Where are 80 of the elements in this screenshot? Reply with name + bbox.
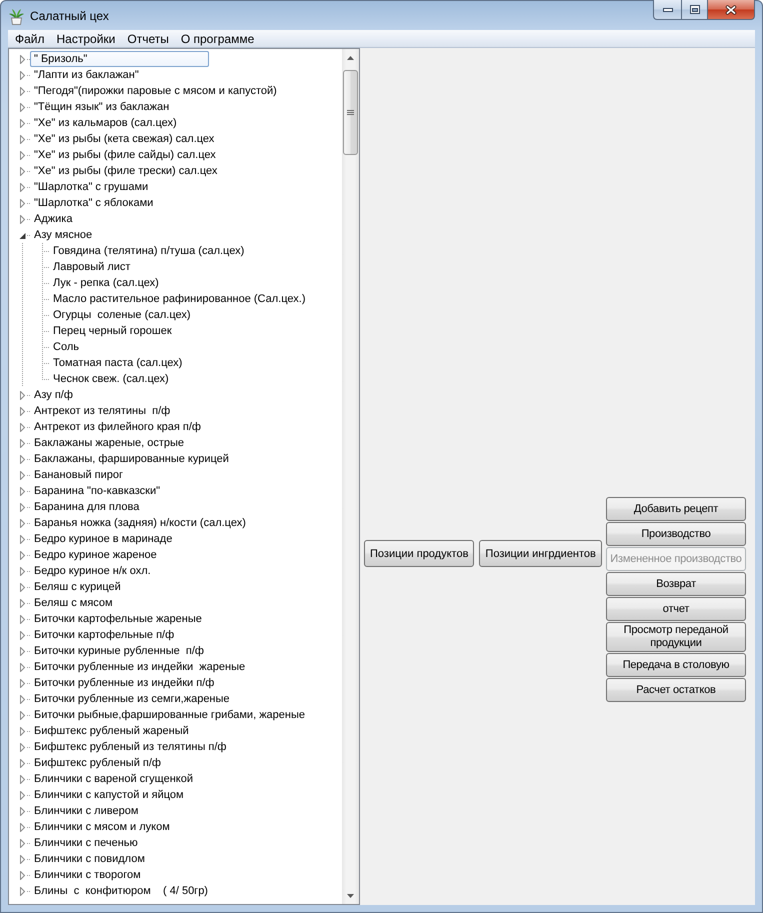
tree-item[interactable]: Бедро куриное в маринаде	[30, 531, 176, 547]
tree-item[interactable]: Азу п/ф	[30, 387, 77, 403]
tree-item[interactable]: Баранина для плова	[30, 499, 144, 515]
tree-item[interactable]: "Хе" из рыбы (филе трески) сал.цех	[30, 163, 222, 179]
tree-item[interactable]: Беляш с мясом	[30, 595, 117, 611]
tree-item[interactable]: Блинчики с ливером	[30, 803, 142, 819]
positions-button[interactable]: Позиции продуктов	[364, 540, 474, 567]
tree-item[interactable]: Аджика	[30, 211, 76, 227]
tree-item[interactable]: Перец черный горошек	[49, 323, 176, 339]
tree-item[interactable]: Биточки куриные рубленные п/ф	[30, 643, 208, 659]
tree-item[interactable]: Биточки рубленные из семги,жареные	[30, 691, 234, 707]
tree-item[interactable]: "Хе" из рыбы (филе сайды) сал.цех	[30, 147, 220, 163]
down-arrow-icon	[347, 894, 354, 898]
menu-item[interactable]: Отчеты	[121, 30, 175, 46]
window-title: Салатный цех	[30, 8, 109, 22]
action-button[interactable]: Производство	[606, 522, 746, 546]
menu-item[interactable]: О программе	[174, 30, 260, 46]
menu-item[interactable]: Настройки	[50, 30, 122, 46]
action-button[interactable]: Добавить рецепт	[606, 497, 746, 521]
tree-item[interactable]: Лавровый лист	[49, 259, 134, 275]
tree-item[interactable]: Блинчики с мясом и луком	[30, 819, 174, 835]
menu-item[interactable]: Файл	[9, 30, 51, 46]
tree-item[interactable]: Баклажаны, фаршированные курицей	[30, 451, 233, 467]
tree-item[interactable]: Биточки рыбные,фаршированные грибами, жареные	[30, 707, 310, 723]
close-icon	[725, 4, 737, 14]
tree-item[interactable]: "Хе" из рыбы (кета свежая) сал.цех	[30, 131, 218, 147]
action-button[interactable]: Передача в столовую	[606, 653, 746, 677]
tree-item[interactable]: Бедро куриное жареное	[30, 547, 161, 563]
scrollbar-thumb[interactable]	[343, 70, 358, 155]
action-button[interactable]: Возврат	[606, 572, 746, 596]
minimize-button[interactable]	[653, 0, 681, 20]
tree-item[interactable]: Баранья ножка (задняя) н/кости (сал.цех)	[30, 515, 250, 531]
tree-item[interactable]: Говядина (телятина) п/туша (сал.цех)	[49, 243, 248, 259]
tree-item[interactable]: Биточки картофельные жареные	[30, 611, 206, 627]
action-button: Измененное производство	[606, 547, 746, 571]
tree-item[interactable]: "Хе" из кальмаров (сал.цех)	[30, 115, 181, 131]
tree-item[interactable]: Беляш с курицей	[30, 579, 125, 595]
action-button[interactable]: Просмотр переданой продукции	[606, 622, 746, 652]
tree-item[interactable]: Блины с конфитюром ( 4/ 50гр)	[30, 883, 212, 899]
grip-icon	[347, 110, 354, 115]
maximize-button[interactable]	[681, 0, 708, 20]
tree-item[interactable]: Бифштекс рубленый п/ф	[30, 755, 165, 771]
tree-item[interactable]: "Лапти из баклажан"	[30, 67, 143, 83]
up-arrow-icon	[347, 56, 354, 60]
tree-item[interactable]: Блинчики с печенью	[30, 835, 142, 851]
tree-item[interactable]: Блинчики с повидлом	[30, 851, 149, 867]
tree-item[interactable]: Лук - репка (сал.цех)	[49, 275, 163, 291]
close-button[interactable]	[708, 0, 755, 20]
tree-item[interactable]: "Шарлотка" с яблоками	[30, 195, 158, 211]
tree-item[interactable]: Блинчики с капустой и яйцом	[30, 787, 188, 803]
tree-item[interactable]: Биточки рубленные из индейки п/ф	[30, 675, 218, 691]
tree-item[interactable]: Масло растительное рафинированное (Сал.цех.)	[49, 291, 310, 307]
tree-item[interactable]: Огурцы соленые (сал.цех)	[49, 307, 195, 323]
plant-pot-icon	[8, 8, 25, 24]
tree-item[interactable]: Блинчики с вареной сгущенкой	[30, 771, 197, 787]
tree-item[interactable]: Биточки картофельные п/ф	[30, 627, 178, 643]
action-button[interactable]: Расчет остатков	[606, 678, 746, 702]
tree-item[interactable]: "Шарлотка" с грушами	[30, 179, 152, 195]
minimize-icon	[662, 8, 672, 12]
tree-item[interactable]: Банановый пирог	[30, 467, 128, 483]
tree-item[interactable]: Соль	[49, 339, 83, 355]
tree-item[interactable]: Бедро куриное н/к охл.	[30, 563, 155, 579]
maximize-icon	[690, 5, 700, 14]
positions-button[interactable]: Позиции ингрдиентов	[479, 540, 602, 567]
tree-item[interactable]: Баклажаны жареные, острые	[30, 435, 188, 451]
tree-item[interactable]: "Пегодя"(пирожки паровые с мясом и капустой)	[30, 83, 281, 99]
tree-item[interactable]: Томатная паста (сал.цех)	[49, 355, 186, 371]
tree-item[interactable]: Чеснок свеж. (сал.цех)	[49, 371, 173, 387]
tree-item[interactable]: Бифштекс рубленый из телятины п/ф	[30, 739, 230, 755]
tree-item[interactable]: " Бризоль"	[30, 51, 209, 67]
tree-item[interactable]: Бифштекс рубленый жареный	[30, 723, 193, 739]
expander-icon[interactable]	[19, 230, 26, 240]
action-button[interactable]: отчет	[606, 597, 746, 621]
tree-item[interactable]: Антрекот из филейного края п/ф	[30, 419, 205, 435]
tree-item[interactable]: Биточки рубленные из индейки жареные	[30, 659, 250, 675]
tree-item[interactable]: "Тёщин язык" из баклажан	[30, 99, 174, 115]
tree-item[interactable]: Антрекот из телятины п/ф	[30, 403, 174, 419]
tree-item[interactable]: Баранина "по-кавказски"	[30, 483, 164, 499]
tree-item[interactable]: Азу мясное	[30, 227, 96, 243]
tree-item[interactable]: Блинчики с творогом	[30, 867, 145, 883]
